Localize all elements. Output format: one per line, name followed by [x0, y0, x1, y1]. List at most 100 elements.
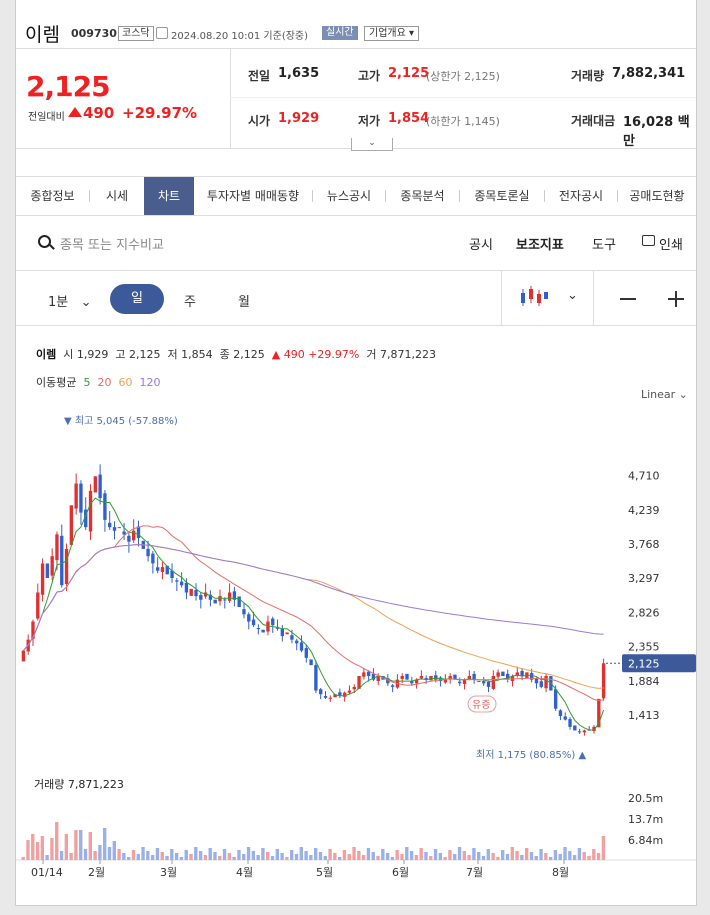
disclosure-button[interactable]: 공시: [469, 234, 493, 253]
ma5-legend[interactable]: 5: [83, 376, 90, 389]
tab-analysis[interactable]: 종목분석: [386, 177, 459, 215]
search-icon[interactable]: [38, 235, 51, 248]
amount-value: 16,028 백만: [623, 115, 690, 149]
chevron-down-icon: ⌄: [80, 295, 92, 310]
tab-chart[interactable]: 차트: [144, 177, 194, 215]
info-low-label: 저: [167, 348, 178, 361]
candle-body: [429, 676, 433, 681]
candle-body: [366, 671, 371, 677]
y-tick-label: 3,768: [628, 538, 660, 551]
ma-legend-label: 이동평균: [36, 376, 77, 389]
volume-bar: [381, 849, 385, 860]
period-week-button[interactable]: 주: [184, 291, 196, 310]
candle-body: [60, 535, 64, 586]
volume-tick-label: 6.84m: [628, 834, 663, 847]
volume-bar: [582, 852, 586, 860]
volume-bar: [477, 852, 481, 860]
candle-body: [568, 719, 572, 727]
tab-short-selling[interactable]: 공매도현황: [618, 177, 696, 215]
indicator-button[interactable]: 보조지표: [516, 234, 564, 253]
volume-bar: [592, 849, 596, 860]
minute-selector[interactable]: 1분 ⌄: [48, 291, 92, 310]
tab-overview[interactable]: 종합정보: [16, 177, 89, 215]
current-price: 2,125: [26, 70, 111, 103]
candle-body: [227, 592, 232, 601]
candle-body: [553, 689, 558, 709]
volume-bar: [155, 848, 160, 860]
volume-bar: [88, 832, 92, 860]
zoom-out-icon[interactable]: [620, 298, 636, 300]
candle-body: [400, 676, 404, 679]
candle-type-icon[interactable]: [519, 285, 549, 309]
ma60-legend[interactable]: 60: [118, 376, 132, 389]
volume-bar: [280, 853, 284, 860]
candle-body: [223, 599, 227, 601]
candle-body: [127, 535, 131, 542]
ohlc-info-line: 이렘 시 1,929 고 2,125 저 1,854 종 2,125 ▲ 490…: [36, 346, 436, 362]
volume-bar: [107, 847, 112, 860]
open-value: 1,929: [278, 111, 320, 126]
volume-bar: [448, 850, 452, 860]
volume-bar: [275, 849, 279, 860]
page: 이렘 009730 코스닥 2024.08.20 10:01 기준(장중) 실시…: [15, 0, 697, 906]
candle-body: [563, 716, 567, 720]
volume-bar: [568, 851, 572, 860]
volume-bar: [481, 856, 486, 860]
period-day-button[interactable]: 일: [110, 284, 164, 314]
volume-bar: [529, 852, 534, 860]
minute-label: 1분: [48, 295, 69, 310]
y-tick-label: 4,239: [628, 504, 660, 517]
volume-bar: [203, 855, 208, 860]
ma120-legend[interactable]: 120: [139, 376, 160, 389]
candle-body: [362, 672, 366, 677]
volume-tick-label: 20.5m: [628, 792, 663, 805]
info-close-label: 종: [219, 348, 230, 361]
volume-tick-label: 13.7m: [628, 813, 663, 826]
y-tick-label: 1,413: [628, 709, 660, 722]
x-tick-label: 7월: [466, 866, 483, 879]
expand-button[interactable]: ⌄: [351, 138, 393, 151]
company-info-label: 기업개요: [369, 28, 406, 39]
low-value: 1,854: [388, 111, 430, 126]
price-summary: 2,125 전일대비 490 +29.97% 전일 1,635 고가 2,125…: [16, 48, 696, 149]
period-month-button[interactable]: 월: [238, 291, 250, 310]
volume-bar: [318, 852, 323, 860]
candle-body: [573, 725, 577, 731]
tab-discussion[interactable]: 종목토론실: [460, 177, 544, 215]
volume-bar: [429, 856, 433, 860]
chevron-down-icon[interactable]: ⌄: [567, 288, 578, 303]
volume-bar: [93, 851, 97, 860]
price-chart[interactable]: 4,710 4,239 3,768 3,297 2,826 2,355 1,884 1,413…: [16, 400, 696, 770]
tab-quotes[interactable]: 시세: [90, 177, 144, 215]
print-button[interactable]: 인쇄: [659, 234, 683, 253]
printer-icon[interactable]: [642, 235, 655, 246]
volume-bar: [366, 848, 371, 860]
candle-body: [256, 628, 261, 630]
volume-bar: [524, 848, 529, 860]
tab-news[interactable]: 뉴스공시: [313, 177, 385, 215]
volume-bar: [601, 836, 606, 860]
candle-body: [189, 588, 193, 596]
candle-body: [117, 527, 121, 529]
compare-search-input[interactable]: 종목 또는 지수비교: [60, 234, 164, 253]
quote-datetime: 2024.08.20 10:01 기준(장중): [171, 31, 309, 42]
volume-bar: [347, 854, 351, 860]
ma20-legend[interactable]: 20: [97, 376, 111, 389]
max-price-label: ▼ 최고 5,045 (-57.88%): [64, 415, 178, 427]
divider: [230, 48, 231, 148]
volume-bar: [299, 847, 303, 860]
zoom-in-icon-vertical: [675, 291, 677, 307]
tab-investor-trading[interactable]: 투자자별 매매동향: [194, 177, 312, 215]
tab-disclosure[interactable]: 전자공시: [545, 177, 617, 215]
candle-body: [36, 592, 40, 619]
volume-bar: [227, 853, 232, 860]
tools-button[interactable]: 도구: [592, 234, 616, 253]
realtime-button[interactable]: 실시간: [322, 26, 358, 40]
volume-chart[interactable]: 20.5m 13.7m 6.84m 01/14 2월 3월 4월 5월 6월 7월 8월: [16, 770, 696, 890]
company-info-button[interactable]: 기업개요 ▾: [364, 26, 420, 41]
volume-bar: [83, 849, 88, 860]
candle-body: [237, 596, 241, 608]
info-vol-label: 거: [366, 348, 377, 361]
volume-bar: [438, 853, 443, 860]
candle-body: [472, 673, 476, 680]
